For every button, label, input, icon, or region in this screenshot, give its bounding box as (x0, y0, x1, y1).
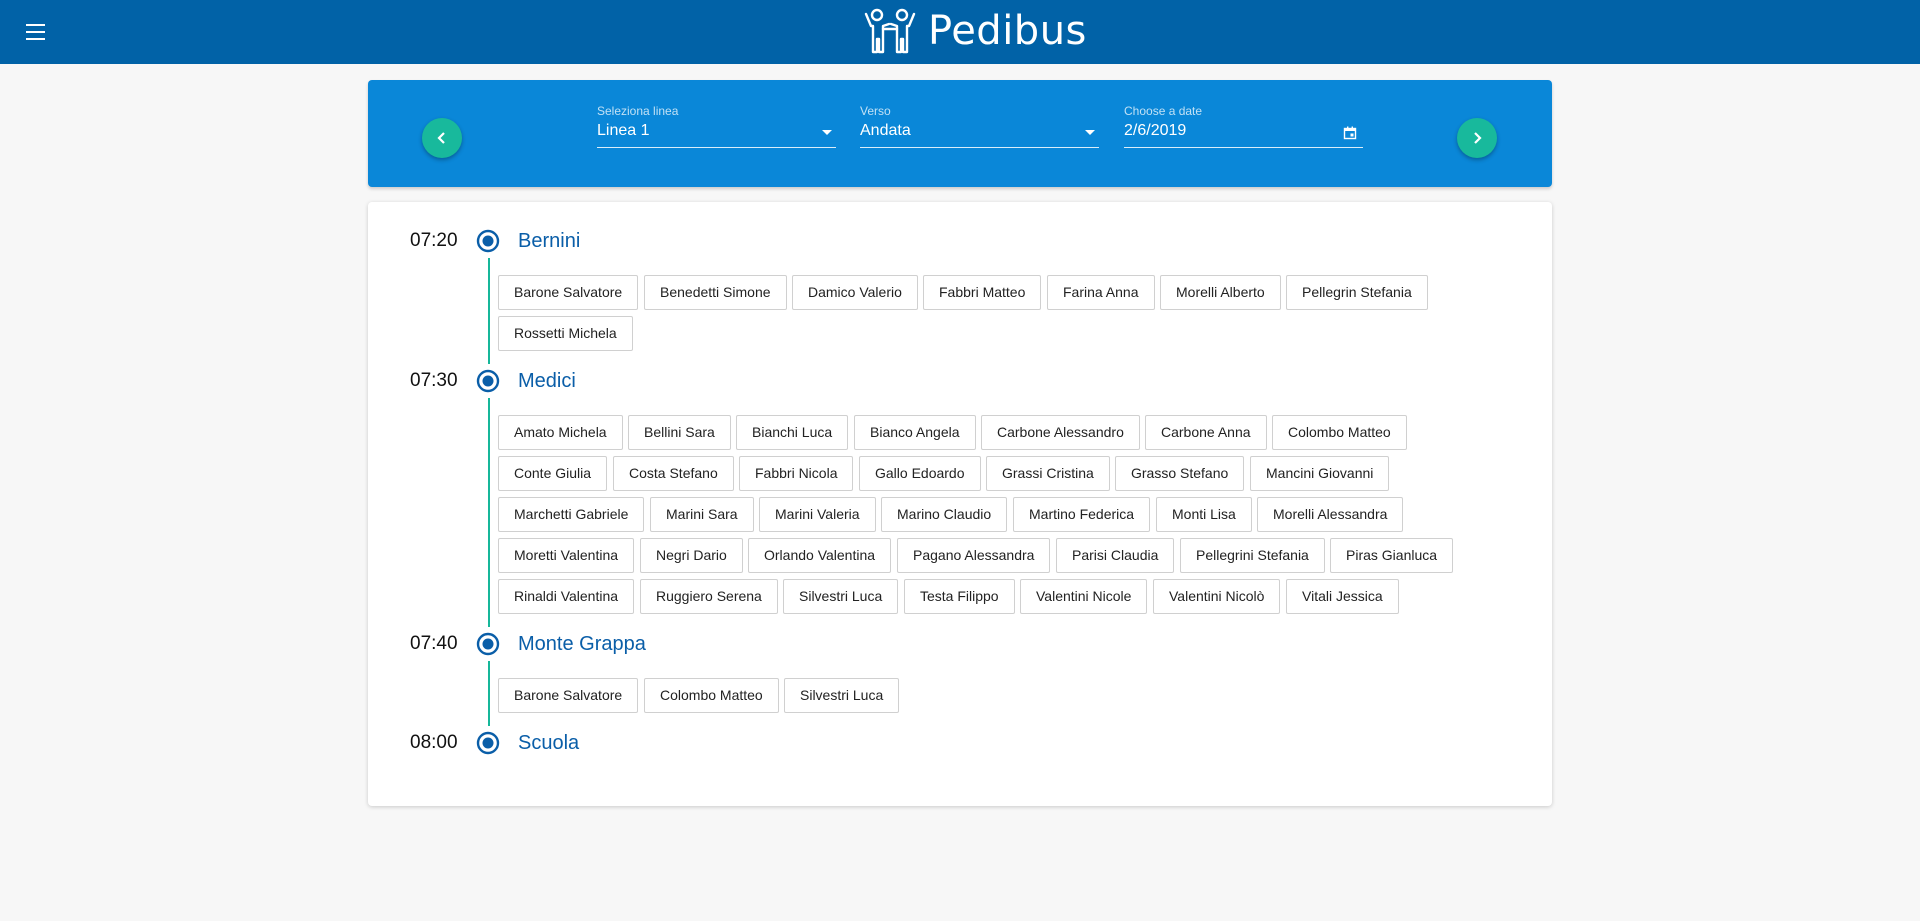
date-field-value: 2/6/2019 (1124, 122, 1187, 139)
route-selector-panel: Seleziona linea Linea 1 Verso Andata Cho… (368, 80, 1552, 187)
stop-name: Monte Grappa (518, 632, 646, 655)
field-underline (860, 147, 1099, 148)
date-picker-field[interactable]: Choose a date 2/6/2019 (1124, 104, 1363, 148)
line-select-value: Linea 1 (597, 122, 650, 139)
child-chip[interactable]: Colombo Matteo (1272, 415, 1407, 450)
calendar-icon[interactable] (1343, 126, 1357, 140)
child-chip[interactable]: Benedetti Simone (644, 275, 787, 310)
dropdown-arrow-icon (822, 130, 832, 135)
child-chip[interactable]: Orlando Valentina (748, 538, 892, 573)
child-chip[interactable]: Pellegrin Stefania (1286, 275, 1428, 310)
child-chip[interactable]: Marini Valeria (759, 497, 876, 532)
date-field-label: Choose a date (1124, 104, 1203, 118)
app-header: Pedibus (0, 0, 1920, 64)
direction-select[interactable]: Verso Andata (860, 104, 1099, 148)
child-chip[interactable]: Bianco Angela (854, 415, 976, 450)
child-chip[interactable]: Farina Anna (1047, 275, 1155, 310)
child-chip[interactable]: Mancini Giovanni (1250, 456, 1390, 491)
child-chip[interactable]: Fabbri Nicola (739, 456, 854, 491)
child-chip[interactable]: Bellini Sara (628, 415, 731, 450)
child-chip[interactable]: Bianchi Luca (736, 415, 849, 450)
child-chip[interactable]: Carbone Anna (1145, 415, 1267, 450)
child-chip[interactable]: Silvestri Luca (783, 579, 899, 614)
child-chip[interactable]: Martino Federica (1013, 497, 1151, 532)
children-list: Barone Salvatore Benedetti Simone Damico V… (498, 275, 1498, 351)
chevron-left-icon (437, 132, 445, 144)
child-chip[interactable]: Pagano Alessandra (897, 538, 1051, 573)
stop-time: 07:40 (410, 633, 458, 654)
child-chip[interactable]: Silvestri Luca (784, 678, 900, 713)
stops-timeline: 07:20 Bernini Barone Salvatore Benedetti Si… (368, 202, 1552, 806)
radio-selected-icon[interactable] (476, 731, 500, 755)
child-chip[interactable]: Morelli Alessandra (1257, 497, 1404, 532)
child-chip[interactable]: Negri Dario (640, 538, 743, 573)
child-chip[interactable]: Moretti Valentina (498, 538, 635, 573)
child-chip[interactable]: Pellegrini Stefania (1180, 538, 1325, 573)
line-select[interactable]: Seleziona linea Linea 1 (597, 104, 836, 148)
radio-selected-icon[interactable] (476, 229, 500, 253)
child-chip[interactable]: Rinaldi Valentina (498, 579, 635, 614)
child-chip[interactable]: Barone Salvatore (498, 275, 639, 310)
child-chip[interactable]: Conte Giulia (498, 456, 608, 491)
timeline-connector (488, 398, 490, 627)
direction-select-label: Verso (860, 104, 891, 118)
stop-time: 08:00 (410, 732, 458, 753)
stop-time: 07:30 (410, 370, 458, 391)
child-chip[interactable]: Amato Michela (498, 415, 623, 450)
child-chip[interactable]: Barone Salvatore (498, 678, 639, 713)
radio-selected-icon[interactable] (476, 632, 500, 656)
next-button[interactable] (1457, 118, 1497, 158)
child-chip[interactable]: Rossetti Michela (498, 316, 633, 351)
child-chip[interactable]: Vitali Jessica (1286, 579, 1399, 614)
child-chip[interactable]: Costa Stefano (613, 456, 734, 491)
child-chip[interactable]: Grasso Stefano (1115, 456, 1245, 491)
child-chip[interactable]: Piras Gianluca (1330, 538, 1454, 573)
children-list: Barone Salvatore Colombo Matteo Silvestri … (498, 678, 1498, 713)
previous-button[interactable] (422, 118, 462, 158)
child-chip[interactable]: Damico Valerio (792, 275, 918, 310)
child-chip[interactable]: Gallo Edoardo (859, 456, 981, 491)
child-chip[interactable]: Valentini Nicolò (1153, 579, 1281, 614)
child-chip[interactable]: Carbone Alessandro (981, 415, 1140, 450)
child-chip[interactable]: Grassi Cristina (986, 456, 1110, 491)
child-chip[interactable]: Morelli Alberto (1160, 275, 1281, 310)
stop-time: 07:20 (410, 230, 458, 251)
radio-selected-icon[interactable] (476, 369, 500, 393)
children-list: Amato Michela Bellini Sara Bianchi Luca Bia… (498, 415, 1498, 614)
child-chip[interactable]: Fabbri Matteo (923, 275, 1042, 310)
stop-name: Scuola (518, 731, 580, 754)
family-logo-icon (864, 8, 916, 54)
child-chip[interactable]: Monti Lisa (1156, 497, 1252, 532)
field-underline (597, 147, 836, 148)
child-chip[interactable]: Marchetti Gabriele (498, 497, 645, 532)
child-chip[interactable]: Colombo Matteo (644, 678, 779, 713)
line-select-label: Seleziona linea (597, 104, 679, 118)
direction-select-value: Andata (860, 122, 911, 139)
child-chip[interactable]: Parisi Claudia (1056, 538, 1175, 573)
menu-icon[interactable] (24, 22, 48, 42)
stop-name: Medici (518, 369, 576, 392)
field-underline (1124, 147, 1363, 148)
dropdown-arrow-icon (1085, 130, 1095, 135)
child-chip[interactable]: Marino Claudio (881, 497, 1008, 532)
child-chip[interactable]: Valentini Nicole (1020, 579, 1148, 614)
child-chip[interactable]: Marini Sara (650, 497, 754, 532)
stop-name: Bernini (518, 229, 581, 252)
app-logo: Pedibus (862, 6, 1087, 56)
chevron-right-icon (1474, 132, 1482, 144)
app-title: Pedibus (928, 8, 1087, 54)
timeline-connector (488, 258, 490, 364)
child-chip[interactable]: Testa Filippo (904, 579, 1015, 614)
child-chip[interactable]: Ruggiero Serena (640, 579, 778, 614)
timeline-connector (488, 661, 490, 726)
